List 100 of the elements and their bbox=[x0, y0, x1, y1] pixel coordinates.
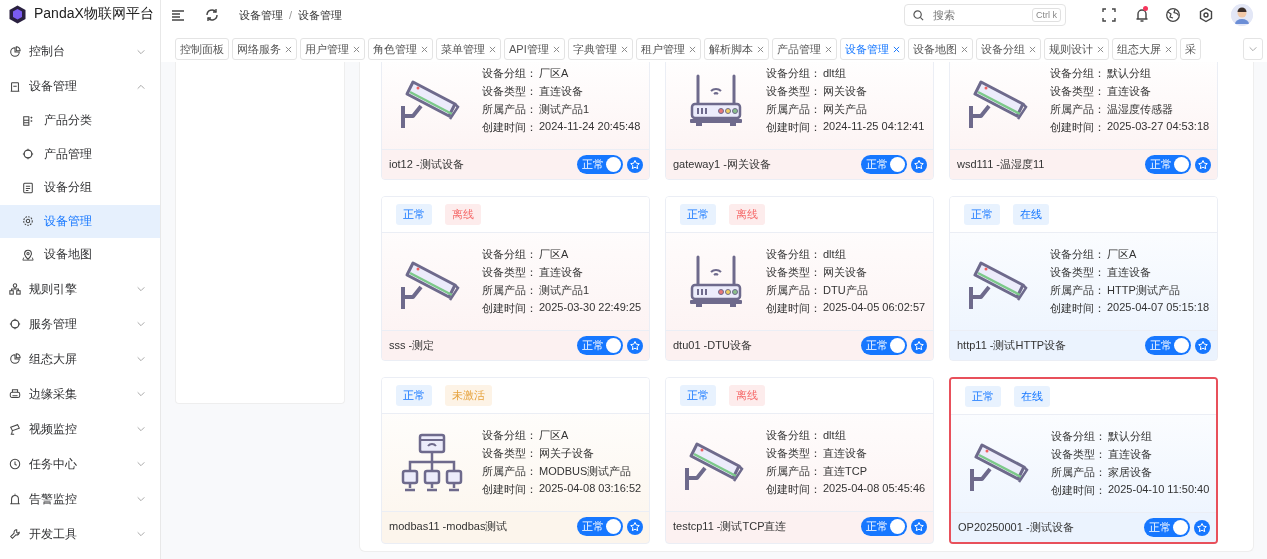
device-name: wsd111 -温湿度11 bbox=[957, 157, 1046, 172]
field-value: 直连设备 bbox=[539, 84, 584, 99]
field-label: 所属产品： bbox=[766, 283, 821, 298]
grid-icon bbox=[22, 114, 34, 127]
status-switch[interactable]: 正常 bbox=[861, 336, 907, 355]
sidebar-item[interactable]: 边缘采集 bbox=[0, 376, 160, 412]
chip-icon bbox=[9, 318, 21, 330]
field-value: 厂区A bbox=[539, 247, 570, 262]
tab[interactable]: 控制面板 bbox=[175, 38, 229, 60]
sidebar-item[interactable]: 视频监控 bbox=[0, 411, 160, 447]
status-switch[interactable]: 正常 bbox=[577, 336, 623, 355]
sidebar-subitem[interactable]: 产品分类 bbox=[0, 104, 160, 138]
tab[interactable]: 采 bbox=[1179, 38, 1201, 60]
close-icon[interactable] bbox=[489, 45, 496, 53]
sidebar-item[interactable]: 设备管理 bbox=[0, 69, 160, 104]
sidebar-item[interactable]: 服务管理 bbox=[0, 306, 160, 342]
field-value: 直连TCP bbox=[823, 464, 868, 479]
shortcut-hint: Ctrl k bbox=[1032, 8, 1061, 22]
device-card[interactable]: 设备分组： dlt组 设备类型： 网关设备 所属产品： 网关产品 创建时间： 2024-11-25 04:12:41 gateway1 -网关设备 正常 bbox=[665, 62, 934, 180]
tab[interactable]: 解析脚本 bbox=[703, 38, 769, 60]
document-icon bbox=[22, 181, 34, 194]
breadcrumb-item[interactable]: 设备管理 bbox=[239, 7, 283, 23]
wrench-icon bbox=[9, 528, 21, 540]
close-icon[interactable] bbox=[353, 45, 360, 53]
status-switch[interactable]: 正常 bbox=[861, 517, 907, 536]
close-icon[interactable] bbox=[552, 45, 560, 53]
camera-icon bbox=[9, 423, 21, 435]
menu-icon[interactable] bbox=[171, 8, 185, 22]
tab[interactable]: 产品管理 bbox=[771, 38, 837, 60]
device-card[interactable]: 正常 在线 设备分组： 厂区A 设备类型： 直连设备 所属产品： HTTP测试产品 创建时间： 2025-04-07 05:15:18 http11 -测试HTTP设备 正常 bbox=[949, 196, 1218, 361]
sidebar-subitem[interactable]: 设备分组 bbox=[0, 171, 160, 205]
sidebar-item[interactable]: 组态大屏 bbox=[0, 341, 160, 377]
close-icon[interactable] bbox=[620, 45, 628, 53]
tab[interactable]: 设备分组 bbox=[975, 38, 1041, 60]
field-label: 设备类型： bbox=[1051, 447, 1106, 462]
tab[interactable]: 菜单管理 bbox=[436, 38, 501, 60]
status-tag: 正常 bbox=[964, 204, 1000, 225]
sidebar-subitem[interactable]: 产品管理 bbox=[0, 137, 160, 171]
globe-icon[interactable] bbox=[1165, 7, 1181, 23]
chevron-icon bbox=[136, 389, 146, 399]
pie-chart-icon bbox=[9, 45, 21, 58]
device-name: http11 -测试HTTP设备 bbox=[957, 338, 1068, 353]
sidebar-subitem[interactable]: 设备管理 bbox=[0, 204, 160, 238]
device-card[interactable]: 正常 未激活 设备分组： 厂区A 设备类型： 网关子设备 所属产品： MODBUS测试产品 创建时间： 2025-04-08 03:16:52 modbas11 -modbas测试 正常 bbox=[381, 377, 650, 544]
tab[interactable]: 设备管理 bbox=[839, 38, 905, 60]
bell-icon[interactable] bbox=[1134, 7, 1150, 23]
device-name: iot12 -测试设备 bbox=[389, 157, 465, 172]
search-icon bbox=[913, 9, 924, 21]
field-value: 2025-04-08 03:16:52 bbox=[539, 482, 642, 496]
close-icon[interactable] bbox=[1164, 45, 1172, 53]
sidebar-item[interactable]: 任务中心 bbox=[0, 446, 160, 482]
device-card[interactable]: 正常 离线 设备分组： dlt组 设备类型： 网关设备 所属产品： DTU产品 创建时间： 2025-04-05 06:02:57 dtu01 -DTU设备 正常 bbox=[665, 196, 934, 361]
close-icon[interactable] bbox=[1028, 45, 1036, 53]
status-switch[interactable]: 正常 bbox=[1145, 336, 1191, 355]
tab[interactable]: 租户管理 bbox=[635, 38, 701, 60]
sidebar-item[interactable]: 告警监控 bbox=[0, 481, 160, 517]
device-card[interactable]: 正常 离线 设备分组： 厂区A 设备类型： 直连设备 所属产品： 测试产品1 创建时间： 2025-03-30 22:49:25 sss -测定 正常 bbox=[381, 196, 650, 361]
breadcrumb-item[interactable]: 设备管理 bbox=[298, 7, 343, 23]
tab[interactable]: 组态大屏 bbox=[1111, 38, 1177, 60]
search-field[interactable]: 搜索 Ctrl k bbox=[904, 4, 1066, 26]
close-icon[interactable] bbox=[892, 45, 900, 53]
close-icon[interactable] bbox=[421, 45, 428, 53]
close-icon[interactable] bbox=[756, 45, 764, 53]
tab[interactable]: API管理 bbox=[504, 38, 565, 60]
field-label: 所属产品： bbox=[482, 102, 537, 117]
sidebar-item[interactable]: 规则引擎 bbox=[0, 271, 160, 307]
sidebar-item[interactable]: 控制台 bbox=[0, 34, 160, 69]
sidebar-subitem[interactable]: 设备地图 bbox=[0, 238, 160, 272]
refresh-icon[interactable] bbox=[205, 8, 219, 22]
search-input[interactable]: 搜索 bbox=[931, 8, 1015, 22]
close-icon[interactable] bbox=[824, 45, 832, 53]
field-value: 直连设备 bbox=[823, 446, 868, 461]
status-switch[interactable]: 正常 bbox=[861, 155, 907, 174]
tab[interactable]: 用户管理 bbox=[300, 38, 365, 60]
status-tag: 离线 bbox=[445, 204, 481, 225]
network-icon bbox=[401, 432, 463, 493]
field-value: 网关产品 bbox=[823, 102, 868, 117]
device-card[interactable]: 设备分组： 厂区A 设备类型： 直连设备 所属产品： 测试产品1 创建时间： 2024-11-24 20:45:48 iot12 -测试设备 正常 bbox=[381, 62, 650, 180]
tab[interactable]: 规则设计 bbox=[1043, 38, 1109, 60]
field-label: 设备分组： bbox=[482, 66, 537, 81]
tab[interactable]: 设备地图 bbox=[907, 38, 973, 60]
device-card[interactable]: 正常 在线 设备分组： 默认分组 设备类型： 直连设备 所属产品： 家居设备 创建时间： 2025-04-10 11:50:40 OP20250001 -测试设备 正常 bbox=[949, 377, 1218, 544]
field-label: 创建时间： bbox=[482, 120, 537, 135]
device-card[interactable]: 设备分组： 默认分组 设备类型： 直连设备 所属产品： 温湿度传感器 创建时间： 2025-03-27 04:53:18 wsd111 -温湿度11 正常 bbox=[949, 62, 1218, 180]
tab[interactable]: 字典管理 bbox=[567, 38, 633, 60]
sidebar-item[interactable]: 开发工具 bbox=[0, 516, 160, 552]
close-icon[interactable] bbox=[960, 45, 968, 53]
device-card[interactable]: 正常 离线 设备分组： dlt组 设备类型： 直连设备 所属产品： 直连TCP 创建时间： 2025-04-08 05:45:46 testcp11 -测试TCP直连 正常 bbox=[665, 377, 934, 544]
close-icon[interactable] bbox=[688, 45, 696, 53]
close-icon[interactable] bbox=[285, 45, 292, 53]
tab[interactable]: 角色管理 bbox=[368, 38, 433, 60]
tab[interactable]: 网络服务 bbox=[232, 38, 297, 60]
status-switch[interactable]: 正常 bbox=[577, 155, 623, 174]
status-tag: 正常 bbox=[680, 385, 716, 406]
settings-icon[interactable] bbox=[1198, 7, 1214, 23]
status-switch[interactable]: 正常 bbox=[577, 517, 623, 536]
status-switch[interactable]: 正常 bbox=[1144, 518, 1190, 537]
status-switch[interactable]: 正常 bbox=[1145, 155, 1191, 174]
close-icon[interactable] bbox=[1096, 45, 1104, 53]
fullscreen-icon[interactable] bbox=[1101, 7, 1117, 23]
